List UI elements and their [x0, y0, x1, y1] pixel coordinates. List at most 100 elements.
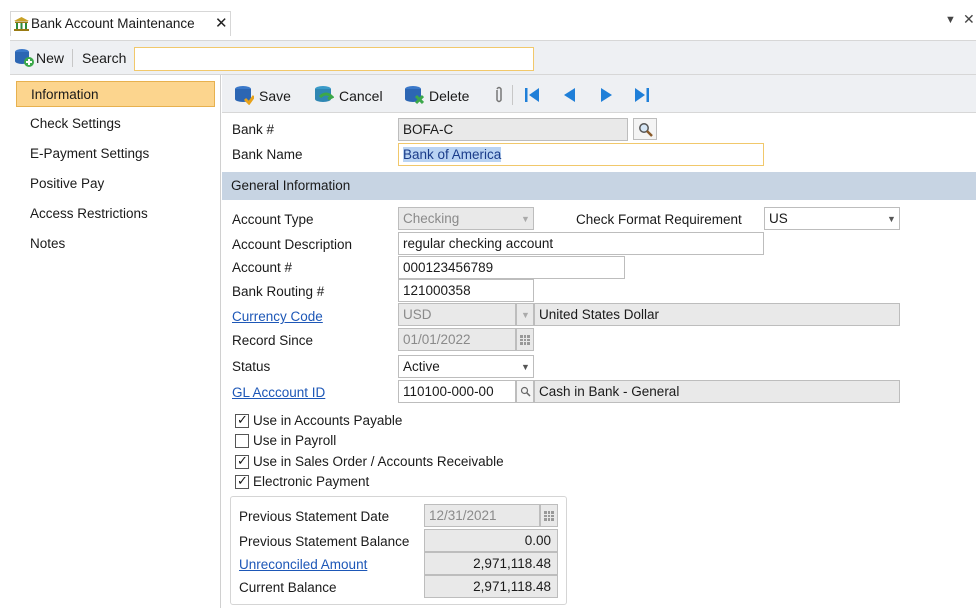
- gl-account-link[interactable]: GL Acccount ID: [232, 385, 325, 400]
- chevron-down-icon: ▼: [887, 214, 896, 224]
- search-input[interactable]: [134, 47, 534, 71]
- sidebar-item-label: E-Payment Settings: [30, 146, 150, 161]
- sidebar-item-label: Positive Pay: [30, 176, 105, 191]
- electronic-payment-checkbox[interactable]: ✓: [235, 473, 249, 489]
- use-in-ap-label: Use in Accounts Payable: [253, 413, 403, 428]
- save-button[interactable]: Save: [234, 85, 304, 107]
- search-label: Search: [82, 50, 127, 66]
- currency-description-field: United States Dollar: [534, 303, 900, 326]
- gl-account-field[interactable]: 110100-000-00: [398, 380, 516, 403]
- routing-number-label: Bank Routing #: [232, 284, 325, 299]
- unreconciled-amount-field: 2,971,118.48: [424, 552, 558, 575]
- currency-code-select: USD: [398, 303, 516, 326]
- account-type-label: Account Type: [232, 212, 314, 227]
- search-icon: [520, 386, 531, 397]
- bank-number-label: Bank #: [232, 122, 275, 137]
- bank-lookup-button[interactable]: [633, 118, 657, 140]
- use-in-ap-checkbox[interactable]: ✓: [235, 412, 249, 428]
- divider: [72, 49, 73, 67]
- chevron-down-icon: ▼: [521, 310, 530, 320]
- delete-label: Delete: [429, 88, 470, 104]
- status-select[interactable]: Active ▼: [398, 355, 534, 378]
- account-number-label: Account #: [232, 260, 293, 275]
- record-toolbar: Save Cancel Delete: [222, 75, 976, 113]
- use-in-payroll-checkbox[interactable]: [235, 434, 249, 448]
- sidebar-item-label: Notes: [30, 236, 66, 251]
- account-description-label: Account Description: [232, 237, 353, 252]
- new-label: New: [36, 50, 65, 66]
- bank-name-value: Bank of America: [403, 147, 502, 162]
- record-since-label: Record Since: [232, 333, 314, 348]
- previous-statement-balance-label: Previous Statement Balance: [239, 534, 410, 549]
- divider: [512, 85, 513, 105]
- cancel-button[interactable]: Cancel: [314, 85, 404, 107]
- save-icon: [235, 86, 254, 105]
- new-button[interactable]: New: [14, 47, 64, 69]
- electronic-payment-label: Electronic Payment: [253, 474, 370, 489]
- gl-account-description-field: Cash in Bank - General: [534, 380, 900, 403]
- previous-statement-date-field: 12/31/2021: [424, 504, 540, 527]
- previous-statement-calendar-button: [540, 504, 558, 527]
- delete-button[interactable]: Delete: [404, 85, 484, 107]
- gl-account-lookup-button[interactable]: [516, 380, 534, 403]
- bank-name-label: Bank Name: [232, 147, 303, 162]
- account-description-field[interactable]: regular checking account: [398, 232, 764, 255]
- chevron-down-icon: ▼: [521, 214, 530, 224]
- use-in-so-ar-label: Use in Sales Order / Accounts Receivable: [253, 454, 504, 469]
- use-in-payroll-label: Use in Payroll: [253, 433, 337, 448]
- record-since-field: 01/01/2022: [398, 328, 516, 351]
- previous-record-icon[interactable]: [562, 86, 576, 104]
- account-type-select: Checking ▼: [398, 207, 534, 230]
- close-icon[interactable]: ✕: [215, 14, 228, 32]
- sidebar-item-access-restrictions[interactable]: Access Restrictions: [16, 201, 215, 227]
- sidebar-item-label: Information: [31, 87, 99, 102]
- sidebar: Information Check Settings E-Payment Set…: [10, 75, 221, 608]
- currency-code-link[interactable]: Currency Code: [232, 309, 323, 324]
- status-value: Active: [403, 359, 440, 374]
- new-record-icon: [15, 49, 34, 67]
- use-in-so-ar-checkbox[interactable]: ✓: [235, 453, 249, 469]
- sidebar-item-label: Access Restrictions: [30, 206, 148, 221]
- check-format-value: US: [769, 211, 788, 226]
- chevron-down-icon: ▼: [521, 362, 530, 372]
- last-record-icon[interactable]: [634, 86, 650, 104]
- section-header: General Information: [222, 172, 976, 200]
- tab-title: Bank Account Maintenance: [31, 16, 195, 31]
- attachment-icon[interactable]: [494, 86, 504, 104]
- calendar-icon: [520, 335, 530, 345]
- account-type-value: Checking: [403, 211, 460, 226]
- check-format-select[interactable]: US ▼: [764, 207, 900, 230]
- routing-number-field[interactable]: 121000358: [398, 279, 534, 302]
- delete-icon: [405, 86, 424, 105]
- search-icon: [639, 123, 653, 137]
- close-window-icon[interactable]: ✕: [963, 11, 975, 28]
- search-bar: New Search: [10, 40, 976, 75]
- first-record-icon[interactable]: [524, 86, 540, 104]
- sidebar-item-positive-pay[interactable]: Positive Pay: [16, 171, 215, 197]
- current-balance-field: 2,971,118.48: [424, 575, 558, 598]
- tab-bank-account-maintenance[interactable]: Bank Account Maintenance ✕: [10, 11, 231, 36]
- checkmark-icon: ✓: [237, 473, 248, 488]
- bank-icon: [14, 17, 29, 31]
- bank-number-field: BOFA-C: [398, 118, 628, 141]
- next-record-icon[interactable]: [600, 86, 614, 104]
- bank-name-field[interactable]: Bank of America: [398, 143, 764, 166]
- current-balance-label: Current Balance: [239, 580, 337, 595]
- unreconciled-amount-link[interactable]: Unreconciled Amount: [239, 557, 367, 572]
- cancel-icon: [315, 86, 334, 102]
- cancel-label: Cancel: [339, 88, 383, 104]
- check-format-label: Check Format Requirement: [576, 212, 742, 227]
- currency-dropdown-button: ▼: [516, 303, 534, 326]
- document-tab-bar: Bank Account Maintenance ✕ ▼ ✕: [0, 0, 976, 40]
- status-label: Status: [232, 359, 271, 374]
- account-number-field[interactable]: 000123456789: [398, 256, 625, 279]
- calendar-icon: [544, 511, 554, 521]
- checkmark-icon: ✓: [237, 412, 248, 427]
- sidebar-item-information[interactable]: Information: [16, 81, 215, 107]
- save-label: Save: [259, 88, 291, 104]
- sidebar-item-notes[interactable]: Notes: [16, 231, 215, 257]
- sidebar-item-check-settings[interactable]: Check Settings: [16, 111, 215, 137]
- sidebar-item-e-payment-settings[interactable]: E-Payment Settings: [16, 141, 215, 167]
- pin-dropdown-icon[interactable]: ▼: [945, 14, 956, 26]
- sidebar-item-label: Check Settings: [30, 116, 121, 131]
